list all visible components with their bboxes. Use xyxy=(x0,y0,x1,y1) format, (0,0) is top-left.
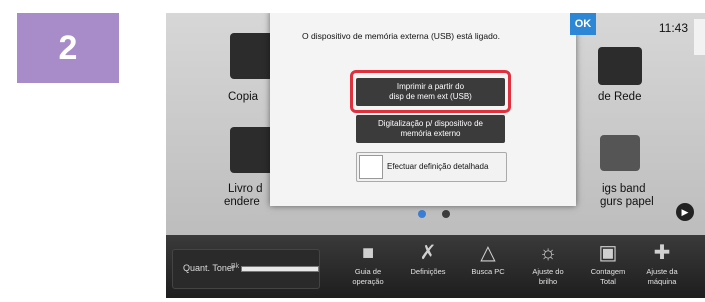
page-indicator xyxy=(418,210,450,218)
tray-settings-tile-icon[interactable] xyxy=(600,135,640,171)
machine-adjust-label-2: máquina xyxy=(647,277,677,286)
bottom-bar: Quant. Toner Bk ■ Guia de operação ✗ Def… xyxy=(166,235,705,298)
search-pc-label: Busca PC xyxy=(471,267,505,276)
scan-to-usb-label-2: memória externo xyxy=(400,129,461,138)
detail-settings-label: Efectuar definição detalhada xyxy=(387,162,489,171)
search-pc-button[interactable]: △ Busca PC xyxy=(458,239,518,277)
brightness-label-1: Ajuste do xyxy=(532,267,564,276)
network-tile-icon[interactable] xyxy=(598,47,642,85)
settings-icon: ✗ xyxy=(419,242,437,264)
guide-button[interactable]: ■ Guia de operação xyxy=(338,239,398,287)
page-dot[interactable] xyxy=(442,210,450,218)
search-pc-icon: △ xyxy=(480,242,496,264)
scan-to-usb-button[interactable]: Digitalização p/ dispositivo de memória … xyxy=(356,115,505,143)
machine-adjust-button[interactable]: ✚ Ajuste da máquina xyxy=(632,239,692,287)
step-number-badge: 2 xyxy=(17,13,119,83)
machine-adjust-icon: ✚ xyxy=(653,242,671,264)
device-screen: Copia Livro d endere 11:43 de Rede igs b… xyxy=(166,13,705,298)
guide-icon: ■ xyxy=(361,242,375,264)
page-dot-active[interactable] xyxy=(418,210,426,218)
toner-panel: Quant. Toner Bk xyxy=(172,249,320,289)
usb-dialog: O dispositivo de memória externa (USB) e… xyxy=(270,13,596,206)
counter-label-2: Total xyxy=(600,277,616,286)
detail-settings-checkbox[interactable] xyxy=(359,155,383,179)
tray-settings-label-line1: igs band xyxy=(602,183,646,195)
print-from-usb-label-1: Imprimir a partir do xyxy=(396,82,465,91)
brightness-label-2: brilho xyxy=(538,277,558,286)
print-from-usb-button[interactable]: Imprimir a partir do disp de mem ext (US… xyxy=(356,78,505,106)
machine-adjust-label-1: Ajuste da xyxy=(646,267,678,276)
brightness-button[interactable]: ☼ Ajuste do brilho xyxy=(518,239,578,287)
detail-settings-option[interactable]: Efectuar definição detalhada xyxy=(356,152,507,182)
toner-label: Quant. Toner xyxy=(183,263,235,273)
next-page-button[interactable]: ▶ xyxy=(676,203,694,221)
counter-button[interactable]: ▣ Contagem Total xyxy=(578,239,638,287)
dialog-message: O dispositivo de memória externa (USB) e… xyxy=(302,31,500,41)
toner-level-bar xyxy=(241,266,319,272)
play-arrow-icon: ▶ xyxy=(681,206,689,217)
settings-label: Definições xyxy=(410,267,446,276)
ok-button[interactable]: OK xyxy=(570,13,596,35)
side-panel-tab[interactable] xyxy=(694,19,705,55)
address-book-label-line1: Livro d xyxy=(228,183,263,195)
print-from-usb-label-2: disp de mem ext (USB) xyxy=(389,92,472,101)
counter-icon: ▣ xyxy=(598,242,618,264)
step-number: 2 xyxy=(58,28,78,67)
settings-button[interactable]: ✗ Definições xyxy=(398,239,458,277)
clock: 11:43 xyxy=(658,21,688,35)
guide-label-2: operação xyxy=(352,277,384,286)
brightness-icon: ☼ xyxy=(538,242,558,264)
copy-tile-label: Copia xyxy=(228,91,259,103)
toner-channel: Bk xyxy=(231,263,240,270)
guide-label-1: Guia de xyxy=(354,267,382,276)
tray-settings-label-line2: gurs papel xyxy=(600,196,654,208)
scan-to-usb-label-1: Digitalização p/ dispositivo de xyxy=(378,119,483,128)
address-book-label-line2: endere xyxy=(224,196,260,208)
network-tile-label: de Rede xyxy=(598,91,642,103)
counter-label-1: Contagem xyxy=(590,267,626,276)
